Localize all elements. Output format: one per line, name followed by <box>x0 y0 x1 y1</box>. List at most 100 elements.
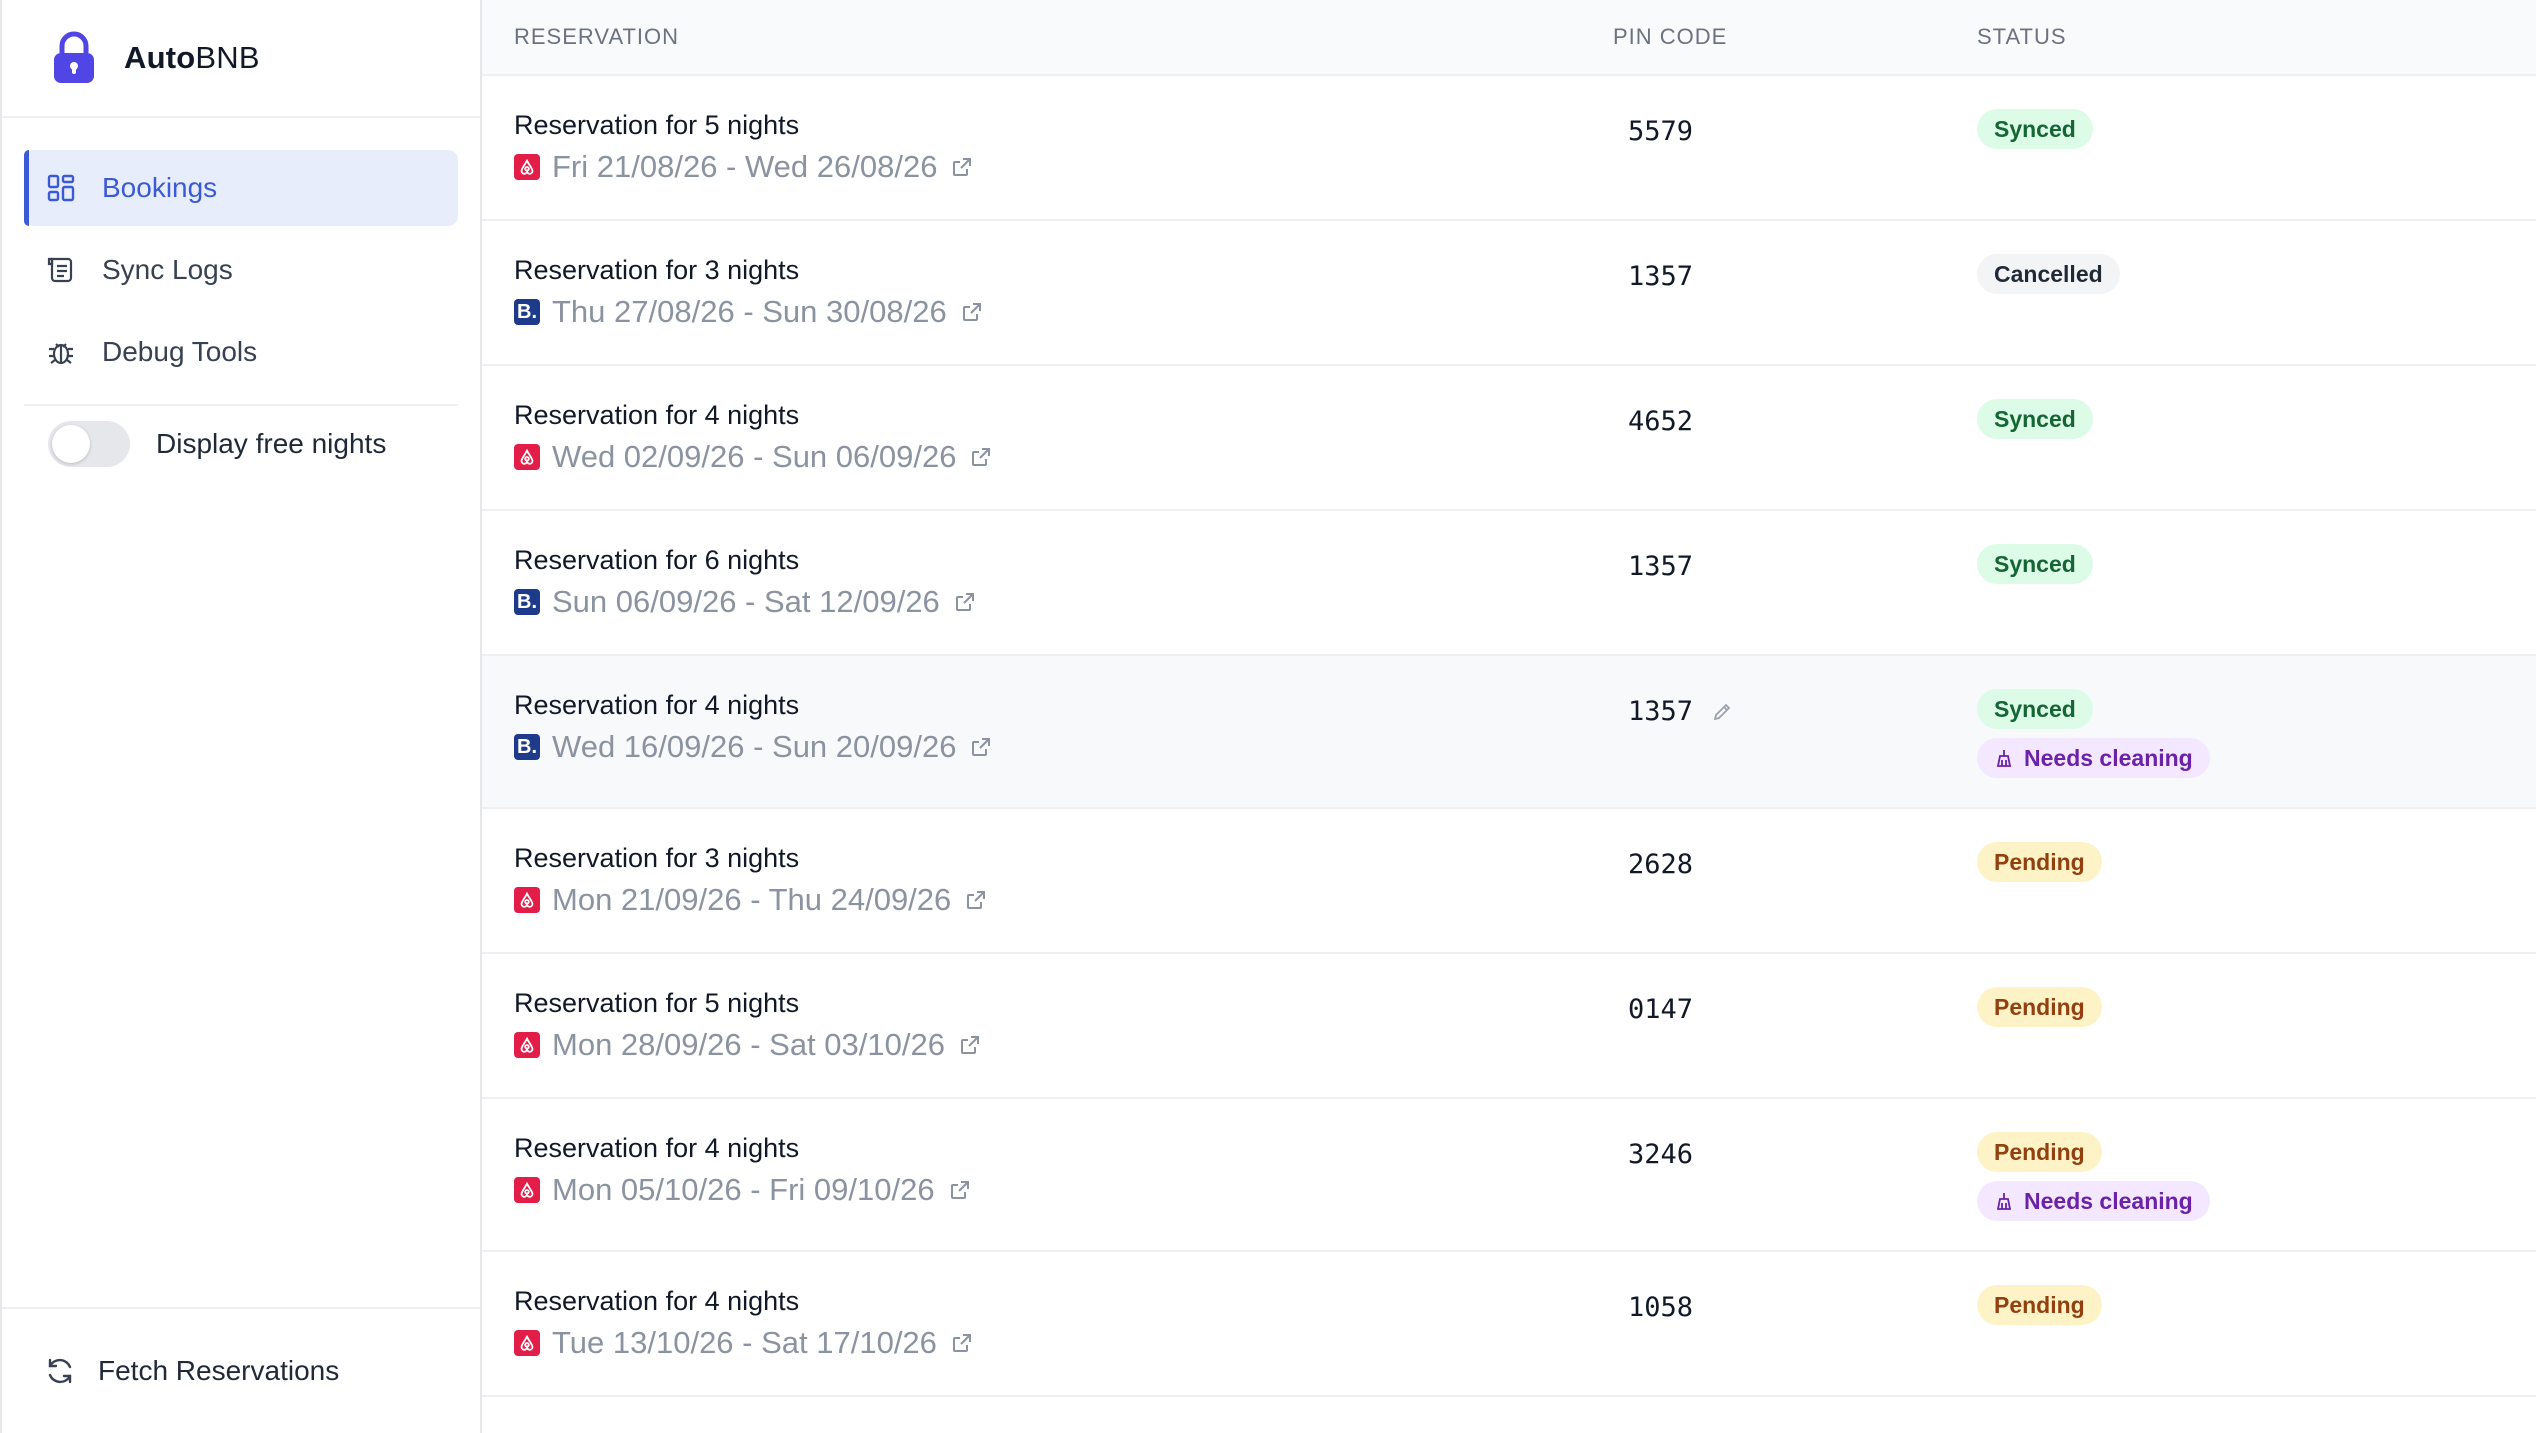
sidebar: AutoBNB Bookings Sync Logs Debug Tools D… <box>0 0 482 1433</box>
booking-icon: B. <box>514 589 540 615</box>
reservation-title: Reservation for 3 nights <box>514 255 800 285</box>
pin-code-value: 3246 <box>1628 1139 1694 1170</box>
pin-code-value: 5579 <box>1628 116 1694 147</box>
fetch-reservations-button[interactable]: Fetch Reservations <box>2 1307 480 1433</box>
sidebar-item-bookings[interactable]: Bookings <box>24 150 458 226</box>
reservation-title: Reservation for 4 nights <box>514 1286 800 1316</box>
app-window: AutoBNB Bookings Sync Logs Debug Tools D… <box>0 0 2536 1433</box>
status-badge: Pending <box>1977 1132 2102 1172</box>
column-header-status: STATUS <box>1977 24 2067 49</box>
table-row[interactable]: Reservation for 4 nights Wed 02/09/26 - S… <box>482 366 2536 511</box>
sidebar-item-label: Sync Logs <box>102 254 233 285</box>
date-range-text: Wed 16/09/26 - Sun 20/09/26 <box>552 729 957 764</box>
needs-cleaning-badge: Needs cleaning <box>1977 738 2210 778</box>
pin-code-value: 1357 <box>1628 551 1694 582</box>
table-row[interactable]: Reservation for 3 nights B. Thu 27/08/26 -… <box>482 221 2536 366</box>
column-header-reservation: RESERVATION <box>514 24 680 49</box>
status-label: Synced <box>1994 115 2076 142</box>
reservation-title: Reservation for 6 nights <box>514 545 800 575</box>
date-range-text: Mon 05/10/26 - Fri 09/10/26 <box>552 1172 935 1207</box>
date-range-text: Tue 13/10/26 - Sat 17/10/26 <box>552 1325 937 1360</box>
airbnb-icon <box>514 1032 540 1058</box>
status-label: Needs cleaning <box>2024 1187 2193 1214</box>
status-label: Synced <box>1994 550 2076 577</box>
table-row[interactable]: Reservation for 4 nights Tue 13/10/26 - S… <box>482 1252 2536 1397</box>
table-body: Reservation for 5 nights Fri 21/08/26 - W… <box>482 76 2536 1397</box>
status-badge: Pending <box>1977 1285 2102 1325</box>
airbnb-icon <box>514 1177 540 1203</box>
refresh-icon <box>44 1355 76 1387</box>
airbnb-icon <box>514 1330 540 1356</box>
grid-icon <box>46 173 76 203</box>
reservation-dates[interactable]: Tue 13/10/26 - Sat 17/10/26 <box>514 1325 973 1361</box>
date-range-text: Thu 27/08/26 - Sun 30/08/26 <box>552 294 947 329</box>
external-link-icon[interactable] <box>970 736 992 758</box>
pin-code: 1357 <box>1628 696 1733 727</box>
status-label: Pending <box>1994 993 2085 1020</box>
airbnb-icon <box>514 154 540 180</box>
external-link-icon[interactable] <box>954 591 976 613</box>
pin-code: 0147 <box>1628 994 1693 1025</box>
status-label: Pending <box>1994 848 2085 875</box>
table-row[interactable]: Reservation for 3 nights Mon 21/09/26 - T… <box>482 809 2536 954</box>
needs-cleaning-badge: Needs cleaning <box>1977 1181 2210 1221</box>
table-row[interactable]: Reservation for 6 nights B. Sun 06/09/26 -… <box>482 511 2536 656</box>
toggle-knob <box>52 425 90 463</box>
sidebar-item-label: Bookings <box>102 172 218 203</box>
sidebar-item-sync-logs[interactable]: Sync Logs <box>24 232 458 308</box>
brand: AutoBNB <box>2 0 480 118</box>
status-label: Cancelled <box>1994 260 2103 287</box>
sidebar-item-debug-tools[interactable]: Debug Tools <box>24 314 458 390</box>
pin-code: 5579 <box>1628 116 1693 147</box>
external-link-icon[interactable] <box>951 156 973 178</box>
reservation-dates[interactable]: Mon 21/09/26 - Thu 24/09/26 <box>514 882 987 918</box>
reservation-dates[interactable]: Fri 21/08/26 - Wed 26/08/26 <box>514 149 973 185</box>
external-link-icon[interactable] <box>959 1034 981 1056</box>
table-row[interactable]: Reservation for 4 nights B. Wed 16/09/26 -… <box>482 656 2536 809</box>
status-badge: Pending <box>1977 987 2102 1027</box>
reservation-dates[interactable]: B. Thu 27/08/26 - Sun 30/08/26 <box>514 294 983 330</box>
table-header: RESERVATION PIN CODE STATUS <box>482 0 2536 76</box>
status-label: Pending <box>1994 1138 2085 1165</box>
table-row[interactable]: Reservation for 4 nights Mon 05/10/26 - F… <box>482 1099 2536 1252</box>
status-badge: Pending <box>1977 842 2102 882</box>
external-link-icon[interactable] <box>961 301 983 323</box>
table-row[interactable]: Reservation for 5 nights Fri 21/08/26 - W… <box>482 76 2536 221</box>
free-nights-toggle-row: Display free nights <box>24 404 458 482</box>
broom-icon <box>1994 748 2014 768</box>
lock-icon <box>50 31 98 85</box>
date-range-text: Mon 21/09/26 - Thu 24/09/26 <box>552 882 952 917</box>
status-badge: Synced <box>1977 544 2093 584</box>
reservation-dates[interactable]: B. Sun 06/09/26 - Sat 12/09/26 <box>514 584 976 620</box>
pin-code-value: 4652 <box>1628 406 1694 437</box>
free-nights-toggle[interactable] <box>48 421 130 467</box>
reservation-title: Reservation for 4 nights <box>514 690 800 720</box>
pin-code: 1058 <box>1628 1292 1693 1323</box>
status-label: Synced <box>1994 405 2076 432</box>
external-link-icon[interactable] <box>965 889 987 911</box>
external-link-icon[interactable] <box>970 446 992 468</box>
date-range-text: Mon 28/09/26 - Sat 03/10/26 <box>552 1027 945 1062</box>
reservation-dates[interactable]: B. Wed 16/09/26 - Sun 20/09/26 <box>514 729 992 765</box>
pin-code: 1357 <box>1628 261 1693 292</box>
log-icon <box>46 255 76 285</box>
pin-code-value: 1357 <box>1628 696 1694 727</box>
pin-code: 4652 <box>1628 406 1693 437</box>
table-row[interactable]: Reservation for 5 nights Mon 28/09/26 - S… <box>482 954 2536 1099</box>
status-label: Synced <box>1994 695 2076 722</box>
reservation-dates[interactable]: Wed 02/09/26 - Sun 06/09/26 <box>514 439 992 475</box>
status-badge: Cancelled <box>1977 254 2120 294</box>
pin-code-value: 1058 <box>1628 1292 1694 1323</box>
external-link-icon[interactable] <box>949 1179 971 1201</box>
external-link-icon[interactable] <box>951 1332 973 1354</box>
reservation-title: Reservation for 4 nights <box>514 400 800 430</box>
app-title: AutoBNB <box>124 40 260 75</box>
reservation-dates[interactable]: Mon 28/09/26 - Sat 03/10/26 <box>514 1027 981 1063</box>
pin-code: 3246 <box>1628 1139 1693 1170</box>
reservation-title: Reservation for 5 nights <box>514 988 800 1018</box>
reservation-dates[interactable]: Mon 05/10/26 - Fri 09/10/26 <box>514 1172 971 1208</box>
airbnb-icon <box>514 444 540 470</box>
broom-icon <box>1994 1191 2014 1211</box>
airbnb-icon <box>514 887 540 913</box>
edit-pin-icon[interactable] <box>1711 701 1733 723</box>
